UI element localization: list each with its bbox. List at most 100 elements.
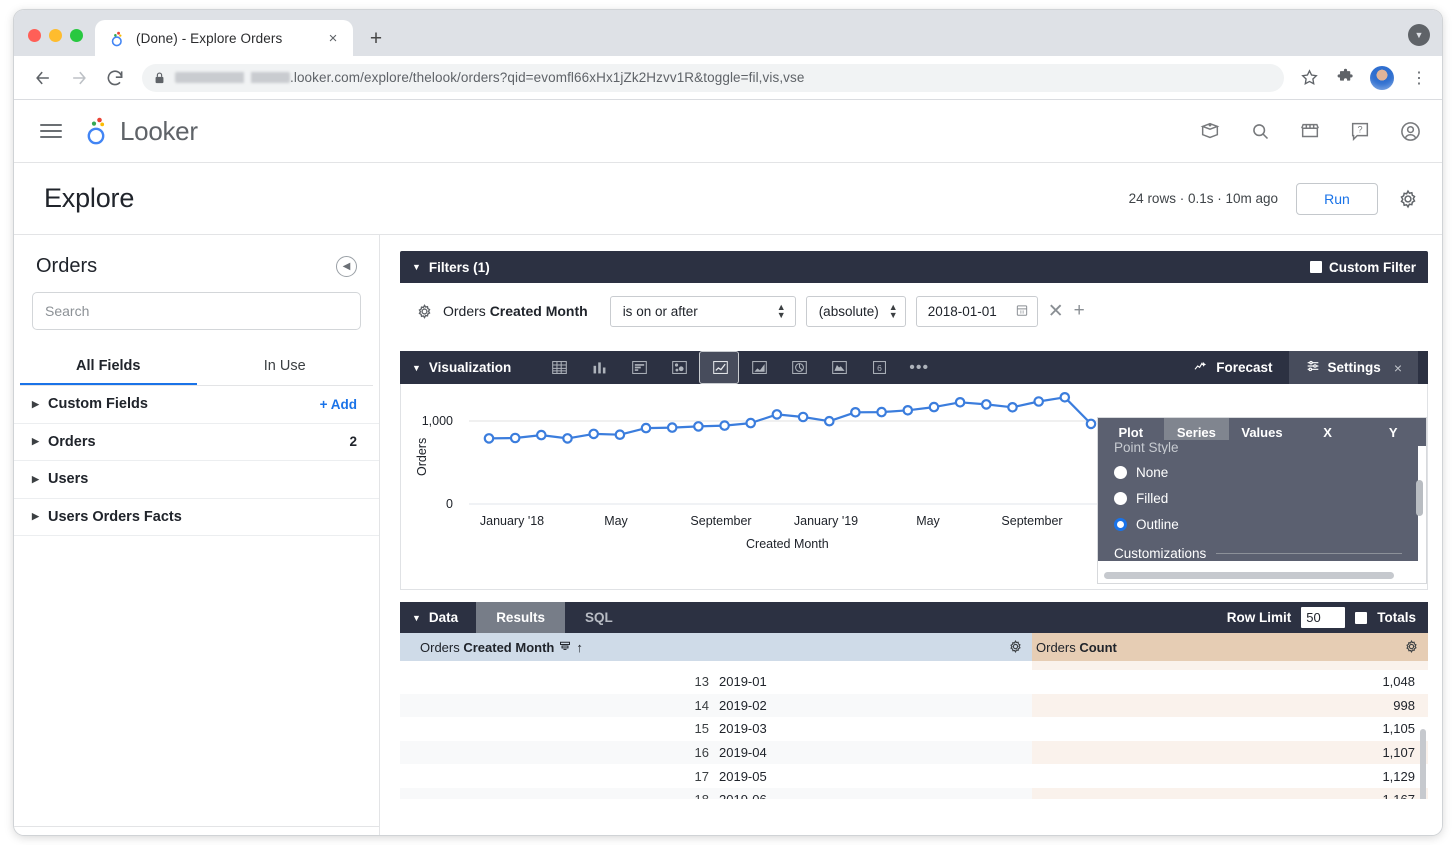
table-row[interactable]: 13 2019-01 1,048 xyxy=(400,670,1428,694)
collapse-sidebar-icon[interactable]: ◀ xyxy=(336,256,357,277)
new-tab-button[interactable]: + xyxy=(361,23,391,53)
data-point[interactable] xyxy=(876,406,887,418)
data-point[interactable] xyxy=(693,421,704,432)
sort-asc-icon[interactable]: ↑ xyxy=(576,640,583,655)
data-point[interactable] xyxy=(666,422,678,433)
data-point[interactable] xyxy=(562,433,573,444)
close-settings-icon[interactable]: × xyxy=(1394,360,1402,376)
remove-filter-button[interactable]: ✕ xyxy=(1048,300,1064,323)
marketplace-icon[interactable] xyxy=(1298,119,1322,143)
chrome-menu-icon[interactable]: ⋮ xyxy=(1408,67,1430,89)
column-header-orders-count[interactable]: Orders Count xyxy=(1032,633,1428,661)
filter-field-gear-icon[interactable] xyxy=(416,303,433,320)
single-value-viz-icon[interactable]: 6 xyxy=(859,351,899,384)
add-custom-field-button[interactable]: + Add xyxy=(320,397,357,412)
table-row[interactable]: 16 2019-04 1,107 xyxy=(400,740,1428,765)
settings-horizontal-scrollbar[interactable] xyxy=(1104,572,1394,579)
data-point[interactable] xyxy=(980,399,992,410)
data-point[interactable] xyxy=(1059,392,1071,403)
totals-checkbox[interactable] xyxy=(1355,611,1368,624)
point-style-option-outline[interactable]: Outline xyxy=(1114,517,1402,532)
custom-filter-toggle[interactable]: Custom Filter xyxy=(1309,260,1416,275)
data-point[interactable] xyxy=(1033,396,1044,407)
filters-panel-header[interactable]: ▼ Filters (1) Custom Filter xyxy=(400,251,1428,283)
data-point[interactable] xyxy=(614,429,626,440)
learn-icon[interactable] xyxy=(1198,119,1222,143)
sidebar-group-users-orders-facts[interactable]: ▶ Users Orders Facts xyxy=(14,499,379,536)
visualization-header-label[interactable]: ▼ Visualization xyxy=(412,360,511,375)
table-row[interactable]: 15 2019-03 1,105 xyxy=(400,717,1428,741)
looker-logo[interactable]: Looker xyxy=(84,116,198,147)
point-style-option-filled[interactable]: Filled xyxy=(1114,491,1402,506)
data-point[interactable] xyxy=(902,404,914,416)
settings-vertical-scrollbar[interactable] xyxy=(1416,480,1423,516)
main-menu-icon[interactable] xyxy=(40,124,62,138)
browser-tab[interactable]: (Done) - Explore Orders × xyxy=(95,20,353,56)
data-point[interactable] xyxy=(483,433,495,444)
scatter-viz-icon[interactable] xyxy=(659,351,699,384)
column-viz-icon[interactable] xyxy=(579,351,619,384)
table-row[interactable]: 17 2019-05 1,129 xyxy=(400,764,1428,788)
visualization-settings-tab[interactable]: Settings × xyxy=(1288,351,1418,384)
table-row[interactable]: 14 2019-02 998 xyxy=(400,693,1428,718)
column-gear-icon[interactable] xyxy=(1008,639,1023,657)
data-point[interactable] xyxy=(745,417,756,429)
data-point[interactable] xyxy=(719,420,730,431)
reload-button[interactable] xyxy=(104,67,126,89)
forward-button[interactable] xyxy=(68,67,90,89)
sidebar-group-users[interactable]: ▶ Users xyxy=(14,461,379,499)
sidebar-group-orders[interactable]: ▶ Orders 2 xyxy=(14,424,379,461)
filter-date-input[interactable]: 2018-01-01 xyxy=(915,295,1038,327)
data-point[interactable] xyxy=(536,429,547,441)
results-vertical-scrollbar[interactable] xyxy=(1420,729,1426,799)
explore-settings-gear-icon[interactable] xyxy=(1396,187,1420,211)
data-point[interactable] xyxy=(954,396,966,408)
tab-results[interactable]: Results xyxy=(476,602,565,633)
data-point[interactable] xyxy=(1007,401,1018,413)
run-button[interactable]: Run xyxy=(1296,182,1378,215)
area-viz-icon[interactable] xyxy=(739,351,779,384)
data-point[interactable] xyxy=(1085,418,1097,430)
sidebar-group-custom-fields[interactable]: ▶ Custom Fields + Add xyxy=(14,386,379,424)
search-icon[interactable] xyxy=(1248,119,1272,143)
table-row[interactable]: 18 2019-06 1,167 xyxy=(400,787,1428,799)
custom-filter-checkbox[interactable] xyxy=(1309,261,1322,273)
back-button[interactable] xyxy=(32,67,54,89)
bar-viz-icon[interactable] xyxy=(619,351,659,384)
chrome-profile-avatar[interactable] xyxy=(1370,65,1394,90)
pie-viz-icon[interactable] xyxy=(779,351,819,384)
search-input[interactable]: Search xyxy=(32,292,361,330)
data-point[interactable] xyxy=(509,432,521,444)
tab-in-use[interactable]: In Use xyxy=(197,348,374,386)
calendar-icon[interactable] xyxy=(1015,303,1029,320)
data-point[interactable] xyxy=(850,406,861,418)
column-gear-icon[interactable] xyxy=(1404,639,1419,657)
tab-sql[interactable]: SQL xyxy=(565,602,633,633)
add-filter-button[interactable]: + xyxy=(1074,300,1085,322)
row-limit-input[interactable]: 50 xyxy=(1301,607,1346,628)
table-viz-icon[interactable] xyxy=(539,351,579,384)
data-point[interactable] xyxy=(797,411,809,423)
radio-icon[interactable] xyxy=(1114,466,1127,479)
data-point[interactable] xyxy=(928,401,940,413)
radio-icon[interactable] xyxy=(1114,492,1127,505)
tab-all-fields[interactable]: All Fields xyxy=(20,348,197,386)
bookmark-star-icon[interactable] xyxy=(1298,67,1320,89)
filter-condition-select[interactable]: is on or after ▲ ▼ xyxy=(609,295,796,327)
tab-list-button[interactable]: ▼ xyxy=(1408,24,1430,46)
close-tab-button[interactable]: × xyxy=(323,28,343,48)
address-bar[interactable]: .looker.com/explore/thelook/orders?qid=e… xyxy=(142,63,1284,92)
data-header-label[interactable]: ▼ Data xyxy=(400,602,476,633)
filter-mode-select[interactable]: (absolute) ▲ ▼ xyxy=(805,295,906,327)
close-window-button[interactable] xyxy=(28,29,41,42)
data-point[interactable] xyxy=(640,422,652,434)
forecast-button[interactable]: Forecast xyxy=(1177,351,1288,384)
more-viz-icon[interactable]: ••• xyxy=(899,351,939,384)
extensions-puzzle-icon[interactable] xyxy=(1334,67,1356,89)
minimize-window-button[interactable] xyxy=(49,29,62,42)
data-point[interactable] xyxy=(588,428,599,440)
column-header-created-month[interactable]: Orders Created Month ↑ xyxy=(400,633,1032,661)
account-icon[interactable] xyxy=(1398,119,1422,143)
data-point[interactable] xyxy=(823,415,835,427)
point-style-option-none[interactable]: None xyxy=(1114,465,1402,480)
